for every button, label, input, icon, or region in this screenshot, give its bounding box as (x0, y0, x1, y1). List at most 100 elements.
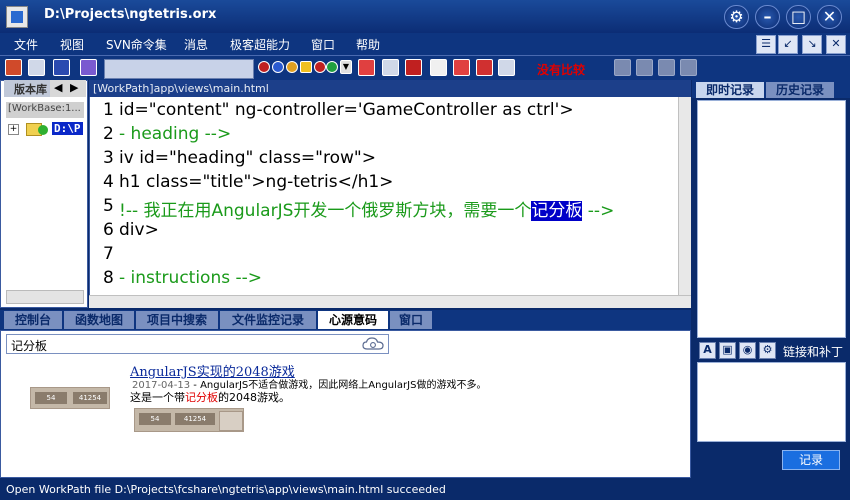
maximize-icon[interactable]: □ (786, 5, 811, 29)
close-icon[interactable]: ✕ (817, 5, 842, 29)
font-icon[interactable]: A (699, 342, 716, 359)
thumb-score: 54 (139, 413, 171, 425)
doc-icon[interactable] (300, 61, 312, 73)
code-comment: - heading --> (119, 124, 232, 144)
jump-icon[interactable] (358, 59, 375, 76)
tab-console[interactable]: 控制台 (4, 311, 62, 329)
status-bar: Open WorkPath file D:\Projects\fcshare\n… (0, 480, 850, 500)
menu-geek-powers[interactable]: 极客超能力 (230, 36, 290, 53)
status-ok-icon (38, 125, 48, 135)
code-pre: iv id="heading" class="row"> (119, 148, 376, 168)
run-icon[interactable] (326, 61, 338, 73)
line-number: 8 (103, 268, 114, 288)
cloud-search-icon[interactable] (362, 337, 384, 351)
thumb-score: 54 (35, 392, 67, 404)
toolbar: ▼ 没有比较 (0, 55, 850, 80)
line-number: 2 (103, 124, 114, 144)
editor-path: [WorkPath]app\views\main.html (89, 80, 691, 97)
menu-svn[interactable]: SVN命令集 (106, 36, 167, 53)
zoom-icon[interactable] (498, 59, 515, 76)
locate-icon[interactable] (382, 59, 399, 76)
image-icon[interactable]: ▣ (719, 342, 736, 359)
dock-right-icon[interactable]: ↘ (802, 35, 822, 54)
line-number: 4 (103, 172, 114, 192)
tree-root-label[interactable]: D:\P (52, 122, 83, 135)
snippet-highlight: 记分板 (185, 391, 218, 404)
arrow-right-icon[interactable]: ▶ (70, 81, 78, 94)
record-toolbar: A ▣ ◉ ⚙ 链接和补丁 (697, 341, 846, 359)
window-title: D:\Projects\ngtetris.orx (44, 7, 217, 22)
tab-function-map[interactable]: 函数地图 (64, 311, 134, 329)
left-horizontal-scrollbar[interactable] (6, 290, 84, 304)
line-code: id="content" ng-controller='GameControll… (119, 100, 574, 120)
tab-project-search[interactable]: 项目中搜索 (136, 311, 218, 329)
heart-code-search-input[interactable]: 记分板 (6, 334, 389, 354)
menu-window[interactable]: 窗口 (311, 36, 335, 53)
line-code: h1 class="title">ng-tetris</h1> (119, 172, 393, 192)
minimize-icon[interactable]: – (755, 5, 780, 29)
gear-icon[interactable]: ⚙ (759, 342, 776, 359)
close-panel-icon[interactable]: ✕ (826, 35, 846, 54)
print-icon[interactable] (405, 59, 422, 76)
tab-history-record[interactable]: 历史记录 (766, 82, 834, 98)
camera-icon[interactable]: ◉ (739, 342, 756, 359)
code-post: --> (582, 201, 615, 221)
edit-icon[interactable] (430, 59, 447, 76)
menu-help[interactable]: 帮助 (356, 36, 380, 53)
editor-horizontal-scrollbar[interactable] (89, 295, 691, 308)
line-number: 1 (103, 100, 114, 120)
result-thumbnail-2[interactable]: 54 41254 (134, 408, 244, 432)
code-pre: id="content" ng-controller='GameControll… (119, 100, 574, 120)
word-icon[interactable] (258, 61, 270, 73)
menu-file[interactable]: 文件 (14, 36, 38, 53)
open-folder-icon[interactable] (5, 59, 22, 76)
line-code: iv id="heading" class="row"> (119, 148, 376, 168)
compare-both-icon (636, 59, 653, 76)
gear-icon[interactable]: ⚙ (724, 5, 749, 29)
line-number: 6 (103, 220, 114, 240)
filter-icon[interactable] (80, 59, 97, 76)
save-icon[interactable] (53, 59, 70, 76)
tree-root[interactable]: + D:\P (6, 122, 86, 138)
tab-window[interactable]: 窗口 (390, 311, 432, 329)
thumb-best: 41254 (175, 413, 215, 425)
workbase-label: [WorkBase:1... (6, 102, 84, 118)
bookmark-icon[interactable] (476, 59, 493, 76)
snippet-text: 这是一个带 (130, 391, 185, 404)
record-dot-icon[interactable] (314, 61, 326, 73)
line-code: - heading --> (119, 124, 231, 144)
link-patch-label[interactable]: 链接和补丁 (783, 343, 843, 360)
menu-messages[interactable]: 消息 (184, 36, 208, 53)
expand-icon[interactable]: + (8, 124, 19, 135)
line-code: !-- 我正在用AngularJS开发一个俄罗斯方块，需要一个记分板 --> (119, 196, 614, 221)
tab-file-monitor[interactable]: 文件监控记录 (220, 311, 316, 329)
code-comment: - instructions --> (119, 268, 263, 288)
line-code: div> (119, 220, 159, 240)
instant-record-area[interactable] (697, 100, 846, 338)
find-icon[interactable] (28, 59, 45, 76)
code-pre: div> (119, 220, 159, 240)
editor-vertical-scrollbar[interactable] (678, 97, 691, 295)
result-thumbnail-1[interactable]: 54 41254 (30, 387, 110, 409)
thumb-grid (219, 411, 243, 431)
result-snippet: 这是一个带记分板的2048游戏。 (130, 389, 290, 405)
code-editor[interactable]: 1 id="content" ng-controller='GameControl… (89, 97, 691, 295)
tab-instant-record[interactable]: 即时记录 (696, 82, 764, 98)
wrap-icon[interactable] (453, 59, 470, 76)
settings-dot-icon[interactable] (286, 61, 298, 73)
tab-heart-code[interactable]: 心源意码 (318, 311, 388, 329)
line-number: 3 (103, 148, 114, 168)
record-input-area[interactable] (697, 362, 846, 442)
browser-icon[interactable] (272, 61, 284, 73)
code-hl: 记分板 (531, 201, 583, 221)
dropdown-arrow-icon[interactable]: ▼ (340, 60, 352, 74)
record-button[interactable]: 记录 (782, 450, 840, 470)
menu-bar: 文件 视图 SVN命令集 消息 极客超能力 窗口 帮助 ☰ ↙ ↘ ✕ (0, 33, 850, 55)
left-pane-nav[interactable]: ◀ ▶ (50, 80, 86, 97)
menu-view[interactable]: 视图 (60, 36, 84, 53)
compare-right-icon (658, 59, 675, 76)
arrow-left-icon[interactable]: ◀ (54, 81, 62, 94)
dock-left-icon[interactable]: ↙ (778, 35, 798, 54)
toolbar-search-input[interactable] (104, 59, 254, 79)
layout-icon[interactable]: ☰ (756, 35, 776, 54)
